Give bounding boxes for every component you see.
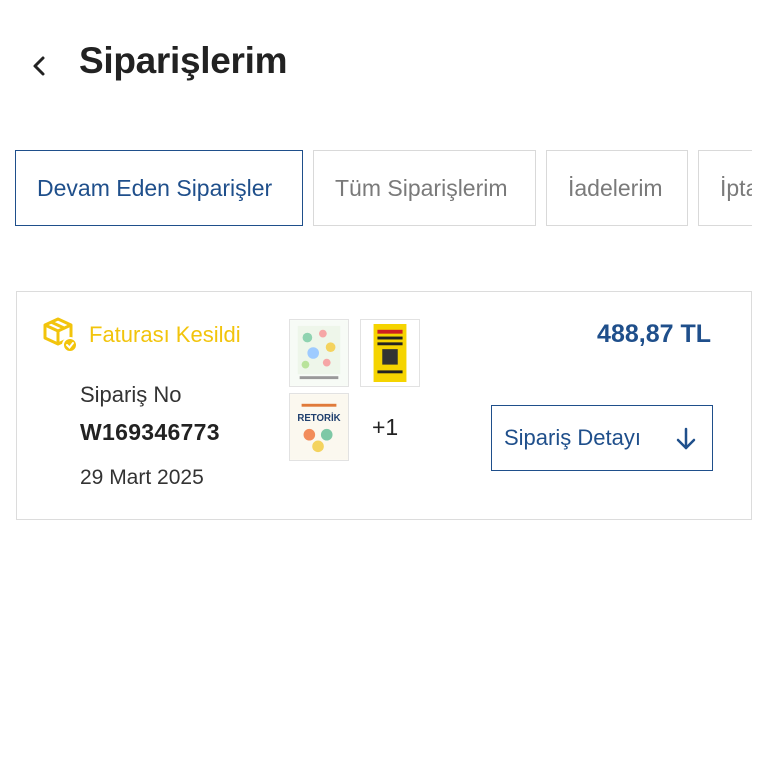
order-status: Faturası Kesildi bbox=[41, 316, 241, 354]
order-price: 488,87 TL bbox=[597, 320, 711, 348]
tab-all-orders[interactable]: Tüm Siparişlerim bbox=[313, 150, 536, 226]
book-cover-3[interactable]: RETORİK bbox=[289, 393, 349, 461]
arrow-down-icon bbox=[676, 427, 696, 450]
tab-label: Tüm Siparişlerim bbox=[335, 174, 508, 201]
page-header: Siparişlerim bbox=[0, 0, 768, 130]
order-date: 29 Mart 2025 bbox=[80, 466, 204, 489]
tab-cancellations[interactable]: İpta bbox=[698, 150, 752, 226]
order-detail-label: Sipariş Detayı bbox=[504, 425, 641, 450]
tab-label: Devam Eden Siparişler bbox=[37, 174, 273, 201]
order-detail-button[interactable]: Sipariş Detayı bbox=[491, 405, 713, 471]
page-title: Siparişlerim bbox=[79, 40, 288, 81]
order-card: Faturası Kesildi Sipariş No W169346773 2… bbox=[16, 291, 752, 520]
tab-label: İpta bbox=[720, 174, 752, 201]
back-button[interactable] bbox=[24, 48, 54, 84]
order-number: W169346773 bbox=[80, 419, 220, 445]
book-cover-3-title: RETORİK bbox=[297, 413, 340, 424]
more-items-count: +1 bbox=[372, 414, 399, 440]
package-invoice-icon bbox=[43, 317, 78, 353]
status-text: Faturası Kesildi bbox=[89, 322, 241, 347]
tab-label: İadelerim bbox=[568, 174, 663, 201]
book-cover-1[interactable] bbox=[289, 319, 349, 387]
chevron-left-icon bbox=[33, 56, 45, 76]
order-tabs: Devam Eden Siparişler Tüm Siparişlerim İ… bbox=[15, 150, 752, 230]
order-number-label: Sipariş No bbox=[80, 382, 182, 407]
book-cover-2[interactable] bbox=[360, 319, 420, 387]
tab-returns[interactable]: İadelerim bbox=[546, 150, 688, 226]
tab-ongoing-orders[interactable]: Devam Eden Siparişler bbox=[15, 150, 303, 226]
